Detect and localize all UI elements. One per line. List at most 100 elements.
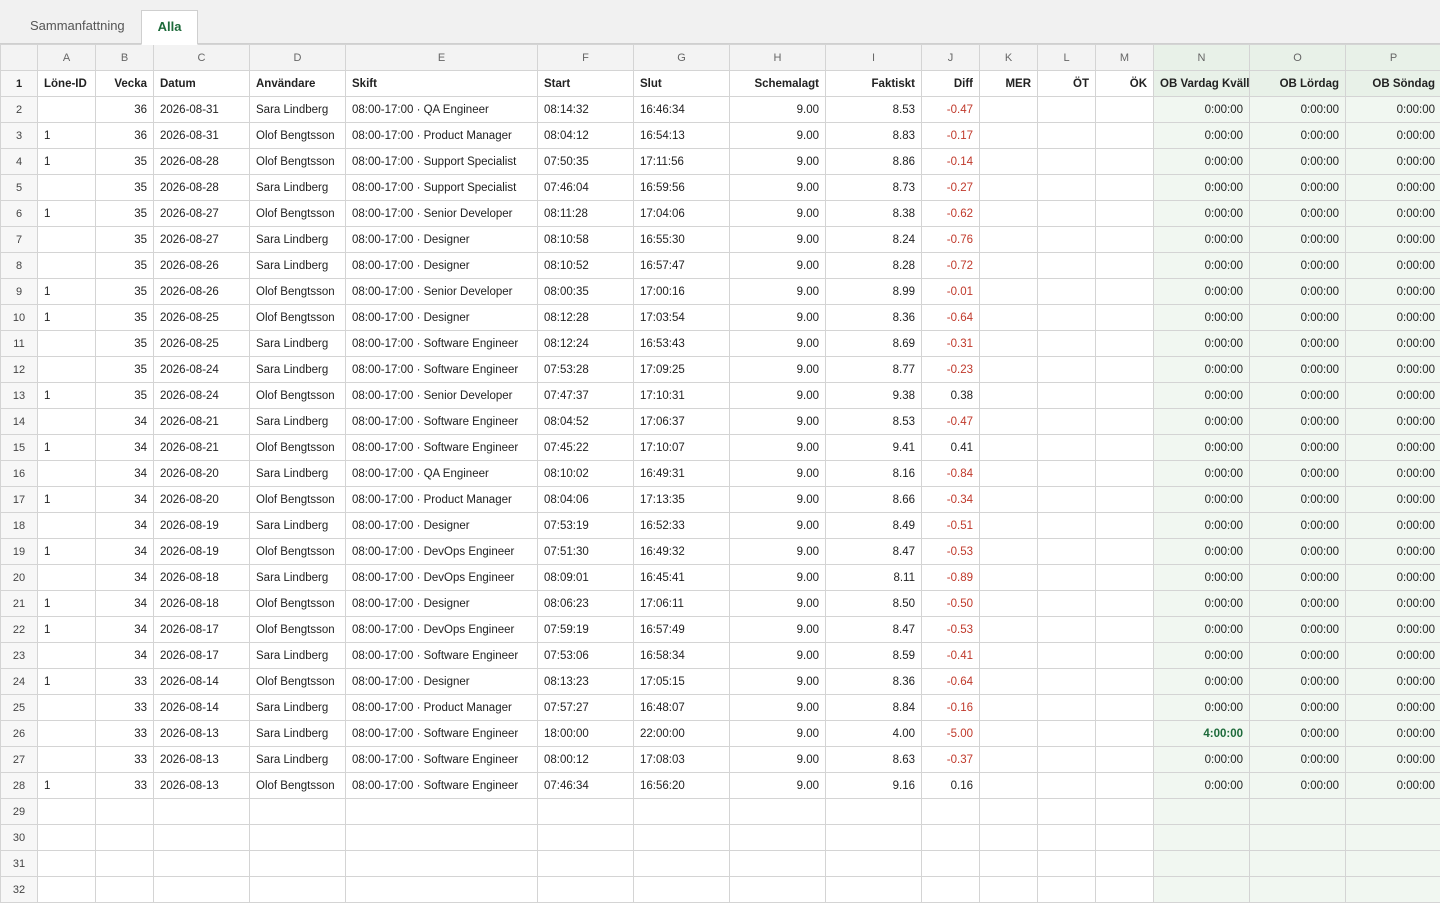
cell-sched[interactable]: 9.00 — [730, 279, 826, 305]
cell-slut[interactable]: 17:10:31 — [634, 383, 730, 409]
cell-skift[interactable]: 08:00-17:00 · Designer — [346, 669, 538, 695]
empty-cell[interactable] — [538, 851, 634, 877]
cell-sched[interactable]: 9.00 — [730, 435, 826, 461]
cell-start[interactable]: 08:10:52 — [538, 253, 634, 279]
row-number[interactable]: 27 — [1, 747, 38, 773]
cell-slut[interactable]: 17:06:37 — [634, 409, 730, 435]
cell-diff[interactable]: -0.23 — [922, 357, 980, 383]
cell-ot[interactable] — [1038, 669, 1096, 695]
cell-datum[interactable]: 2026-08-28 — [154, 149, 250, 175]
empty-cell[interactable] — [1096, 799, 1154, 825]
empty-cell[interactable] — [730, 851, 826, 877]
cell-user[interactable]: Sara Lindberg — [250, 565, 346, 591]
cell-vecka[interactable]: 33 — [96, 669, 154, 695]
cell-obl[interactable]: 0:00:00 — [1250, 513, 1346, 539]
cell-datum[interactable]: 2026-08-13 — [154, 747, 250, 773]
cell-sched[interactable]: 9.00 — [730, 721, 826, 747]
cell-ot[interactable] — [1038, 305, 1096, 331]
header-cell[interactable]: Schemalagt — [730, 71, 826, 97]
cell-fakt[interactable]: 4.00 — [826, 721, 922, 747]
cell-start[interactable]: 07:47:37 — [538, 383, 634, 409]
cell-mer[interactable] — [980, 175, 1038, 201]
cell-fakt[interactable]: 8.16 — [826, 461, 922, 487]
cell-diff[interactable]: -0.72 — [922, 253, 980, 279]
row-number[interactable]: 17 — [1, 487, 38, 513]
cell-datum[interactable]: 2026-08-14 — [154, 695, 250, 721]
header-cell[interactable]: OB Lördag — [1250, 71, 1346, 97]
cell-ok[interactable] — [1096, 721, 1154, 747]
cell-obv[interactable]: 0:00:00 — [1154, 487, 1250, 513]
cell-ot[interactable] — [1038, 383, 1096, 409]
cell-fakt[interactable]: 8.66 — [826, 487, 922, 513]
cell-sched[interactable]: 9.00 — [730, 201, 826, 227]
cell-skift[interactable]: 08:00-17:00 · Designer — [346, 591, 538, 617]
cell-obl[interactable]: 0:00:00 — [1250, 747, 1346, 773]
cell-mer[interactable] — [980, 565, 1038, 591]
cell-fakt[interactable]: 8.38 — [826, 201, 922, 227]
cell-lone[interactable] — [38, 565, 96, 591]
cell-fakt[interactable]: 9.16 — [826, 773, 922, 799]
cell-obs[interactable]: 0:00:00 — [1346, 461, 1440, 487]
cell-vecka[interactable]: 35 — [96, 383, 154, 409]
header-cell[interactable]: OB Vardag Kväll — [1154, 71, 1250, 97]
cell-fakt[interactable]: 8.59 — [826, 643, 922, 669]
cell-obv[interactable]: 0:00:00 — [1154, 97, 1250, 123]
cell-user[interactable]: Sara Lindberg — [250, 513, 346, 539]
row-number[interactable]: 11 — [1, 331, 38, 357]
cell-sched[interactable]: 9.00 — [730, 253, 826, 279]
cell-lone[interactable]: 1 — [38, 279, 96, 305]
cell-slut[interactable]: 16:45:41 — [634, 565, 730, 591]
cell-ok[interactable] — [1096, 279, 1154, 305]
cell-obl[interactable]: 0:00:00 — [1250, 279, 1346, 305]
cell-slut[interactable]: 16:59:56 — [634, 175, 730, 201]
cell-sched[interactable]: 9.00 — [730, 383, 826, 409]
cell-ot[interactable] — [1038, 149, 1096, 175]
cell-ot[interactable] — [1038, 253, 1096, 279]
cell-mer[interactable] — [980, 539, 1038, 565]
cell-start[interactable]: 08:09:01 — [538, 565, 634, 591]
cell-obl[interactable]: 0:00:00 — [1250, 227, 1346, 253]
cell-ok[interactable] — [1096, 643, 1154, 669]
select-all-corner[interactable] — [1, 45, 38, 71]
cell-user[interactable]: Olof Bengtsson — [250, 435, 346, 461]
cell-skift[interactable]: 08:00-17:00 · Software Engineer — [346, 435, 538, 461]
cell-obl[interactable]: 0:00:00 — [1250, 721, 1346, 747]
empty-cell[interactable] — [980, 877, 1038, 903]
empty-cell[interactable] — [922, 851, 980, 877]
header-cell[interactable]: Slut — [634, 71, 730, 97]
cell-diff[interactable]: -0.14 — [922, 149, 980, 175]
cell-lone[interactable] — [38, 175, 96, 201]
row-number[interactable]: 26 — [1, 721, 38, 747]
row-number[interactable]: 25 — [1, 695, 38, 721]
cell-vecka[interactable]: 35 — [96, 149, 154, 175]
cell-start[interactable]: 08:10:02 — [538, 461, 634, 487]
cell-fakt[interactable]: 9.38 — [826, 383, 922, 409]
cell-obl[interactable]: 0:00:00 — [1250, 669, 1346, 695]
cell-slut[interactable]: 22:00:00 — [634, 721, 730, 747]
cell-sched[interactable]: 9.00 — [730, 305, 826, 331]
cell-user[interactable]: Olof Bengtsson — [250, 123, 346, 149]
cell-diff[interactable]: -0.37 — [922, 747, 980, 773]
cell-obs[interactable]: 0:00:00 — [1346, 591, 1440, 617]
row-number[interactable]: 5 — [1, 175, 38, 201]
cell-ot[interactable] — [1038, 721, 1096, 747]
cell-diff[interactable]: 0.41 — [922, 435, 980, 461]
cell-ok[interactable] — [1096, 747, 1154, 773]
cell-lone[interactable]: 1 — [38, 487, 96, 513]
cell-sched[interactable]: 9.00 — [730, 227, 826, 253]
cell-user[interactable]: Sara Lindberg — [250, 747, 346, 773]
cell-obs[interactable]: 0:00:00 — [1346, 539, 1440, 565]
cell-obl[interactable]: 0:00:00 — [1250, 487, 1346, 513]
empty-cell[interactable] — [730, 877, 826, 903]
cell-skift[interactable]: 08:00-17:00 · Software Engineer — [346, 409, 538, 435]
cell-slut[interactable]: 16:52:33 — [634, 513, 730, 539]
cell-vecka[interactable]: 33 — [96, 695, 154, 721]
cell-diff[interactable]: -0.16 — [922, 695, 980, 721]
cell-slut[interactable]: 16:56:20 — [634, 773, 730, 799]
cell-obv[interactable]: 0:00:00 — [1154, 123, 1250, 149]
cell-lone[interactable] — [38, 643, 96, 669]
cell-slut[interactable]: 16:58:34 — [634, 643, 730, 669]
cell-datum[interactable]: 2026-08-27 — [154, 201, 250, 227]
cell-diff[interactable]: -0.41 — [922, 643, 980, 669]
empty-cell[interactable] — [1346, 825, 1440, 851]
